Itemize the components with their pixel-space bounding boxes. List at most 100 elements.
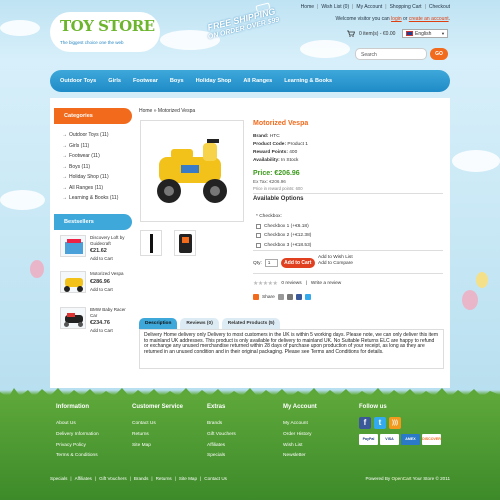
nav-item-learning-books[interactable]: Learning & Books — [284, 78, 332, 84]
tab-reviews[interactable]: Reviews (0) — [180, 318, 219, 329]
breadcrumb-home[interactable]: Home — [139, 108, 152, 114]
twitter-icon[interactable] — [304, 294, 311, 300]
category-item[interactable]: → Learning & Books (11) — [62, 193, 132, 204]
category-item[interactable]: → Boys (11) — [62, 162, 132, 173]
nav-item-boys[interactable]: Boys — [170, 78, 184, 84]
top-link-cart[interactable]: Shopping Cart — [390, 4, 422, 10]
option-checkbox-3[interactable]: Checkbox 3 (+€18.53) — [256, 241, 311, 251]
logo-title: TOY STORE — [60, 17, 155, 35]
footer-link[interactable]: Wish List — [283, 441, 317, 452]
checkbox[interactable] — [256, 242, 261, 248]
breadcrumb-current[interactable]: Motorized Vespa — [158, 108, 195, 114]
footer-link[interactable]: Returns — [132, 430, 183, 441]
top-link-wishlist[interactable]: Wish List (0) — [321, 4, 349, 10]
share-row: Share — [253, 294, 311, 300]
top-link-home[interactable]: Home — [301, 4, 314, 10]
category-item[interactable]: → Outdoor Toys (11) — [62, 130, 132, 141]
checkbox[interactable] — [256, 233, 261, 239]
footer-link[interactable]: Gift Vouchers — [207, 430, 236, 441]
bestseller-add-to-cart[interactable]: Add to Cart — [90, 287, 124, 292]
top-link-account[interactable]: My Account — [356, 4, 382, 10]
footer-link[interactable]: Contact Us — [132, 419, 183, 430]
footer-link[interactable]: Newsletter — [283, 451, 317, 462]
category-item[interactable]: → Holiday Shop (11) — [62, 172, 132, 183]
write-review-link[interactable]: Write a review — [311, 281, 341, 286]
product-thumbnail-vespa[interactable] — [60, 271, 86, 293]
add-to-cart-button[interactable]: Add to Cart — [280, 258, 315, 268]
footer-link[interactable]: Delivery Information — [56, 430, 99, 441]
option-checkbox-1[interactable]: Checkbox 1 (+€6.18) — [256, 222, 311, 232]
nav-item-holiday-shop[interactable]: Holiday Shop — [196, 78, 232, 84]
email-icon[interactable] — [277, 294, 284, 300]
bottom-link[interactable]: Contact Us — [204, 476, 227, 481]
store-logo[interactable]: TOY STORE The biggest choice one the web — [50, 12, 160, 52]
footer-heading: Extras — [207, 404, 226, 410]
top-link-checkout[interactable]: Checkout — [429, 4, 450, 10]
tab-related-products[interactable]: Related Products (5) — [221, 318, 281, 329]
product-thumbnail-2[interactable] — [174, 230, 196, 256]
twitter-icon[interactable]: t — [374, 417, 386, 429]
print-icon[interactable] — [286, 294, 293, 300]
visa-icon: VISA — [380, 434, 399, 445]
language-select[interactable]: English ▼ — [402, 29, 448, 38]
bestseller-add-to-cart[interactable]: Add to Cart — [90, 256, 132, 261]
create-account-link[interactable]: create an account — [409, 16, 449, 22]
welcome-suffix: . — [448, 16, 450, 22]
nav-item-footwear[interactable]: Footwear — [133, 78, 158, 84]
footer-link[interactable]: Site Map — [132, 441, 183, 452]
reward-points-note: Price in reward points: 600 — [253, 186, 303, 191]
brand-row: Brand: HTC — [253, 134, 280, 139]
bestseller-name[interactable]: BMW Baby Racer Car — [90, 307, 132, 318]
rss-icon[interactable]: ))) — [389, 417, 401, 429]
category-item[interactable]: → Girls (11) — [62, 141, 132, 152]
nav-item-girls[interactable]: Girls — [108, 78, 121, 84]
footer-heading: Information — [56, 404, 89, 410]
bottom-link[interactable]: Affiliates — [75, 476, 92, 481]
bottom-link[interactable]: Specials — [50, 476, 67, 481]
share-label[interactable]: Share — [262, 295, 275, 300]
search-input[interactable]: Search — [355, 48, 427, 60]
footer-link[interactable]: Specials — [207, 451, 236, 462]
facebook-icon[interactable]: f — [359, 417, 371, 429]
facebook-icon[interactable] — [295, 294, 302, 300]
cloud-decoration — [300, 40, 350, 58]
category-item[interactable]: → Footwear (11) — [62, 151, 132, 162]
quantity-input[interactable]: 1 — [264, 259, 278, 267]
footer-link[interactable]: Terms & Conditions — [56, 451, 99, 462]
product-thumbnail-loft[interactable] — [60, 235, 86, 257]
bottom-link[interactable]: Gift Vouchers — [99, 476, 127, 481]
search-go-button[interactable]: GO — [430, 48, 448, 60]
add-to-compare-link[interactable]: Add to Compare — [318, 261, 353, 267]
checkbox-label: Checkbox 3 (+€18.53) — [264, 242, 312, 248]
footer-link[interactable]: My Account — [283, 419, 317, 430]
brand-value[interactable]: HTC — [270, 134, 280, 139]
bottom-link[interactable]: Brands — [134, 476, 149, 481]
nav-item-all-ranges[interactable]: All Ranges — [243, 78, 272, 84]
nav-item-outdoor-toys[interactable]: Outdoor Toys — [60, 78, 96, 84]
bestseller-name[interactable]: Discovery Loft by Guidecraft — [90, 235, 132, 246]
checkbox[interactable] — [256, 223, 261, 229]
product-thumbnail-racer[interactable] — [60, 307, 86, 329]
category-label: Girls (11) — [69, 142, 90, 149]
cart-summary[interactable]: 0 item(s) - €0.00 — [347, 30, 395, 37]
footer-link[interactable]: Privacy Policy — [56, 441, 99, 452]
footer-heading: My Account — [283, 404, 317, 410]
opencart-link[interactable]: OpenCart — [392, 476, 412, 481]
option-checkbox-2[interactable]: Checkbox 2 (+€12.38) — [256, 231, 311, 241]
bestseller-name[interactable]: Motorized Vespa — [90, 271, 124, 277]
bottom-link[interactable]: Returns — [156, 476, 172, 481]
footer-link[interactable]: Order History — [283, 430, 317, 441]
bestseller-add-to-cart[interactable]: Add to Cart — [90, 328, 132, 333]
product-thumbnail-1[interactable] — [140, 230, 162, 256]
login-link[interactable]: login — [391, 16, 402, 22]
bottom-link[interactable]: Site Map — [179, 476, 197, 481]
footer-link[interactable]: Affiliates — [207, 441, 236, 452]
rating-stars-icon: ★★★★★ — [253, 281, 278, 287]
footer-link[interactable]: Brands — [207, 419, 236, 430]
category-item[interactable]: → All Ranges (11) — [62, 183, 132, 194]
footer-link[interactable]: About Us — [56, 419, 99, 430]
tab-description[interactable]: Description — [139, 318, 178, 329]
reviews-count-link[interactable]: 0 reviews — [281, 281, 301, 286]
bestseller-price: €21.62 — [90, 248, 107, 254]
product-main-image[interactable] — [140, 120, 244, 222]
